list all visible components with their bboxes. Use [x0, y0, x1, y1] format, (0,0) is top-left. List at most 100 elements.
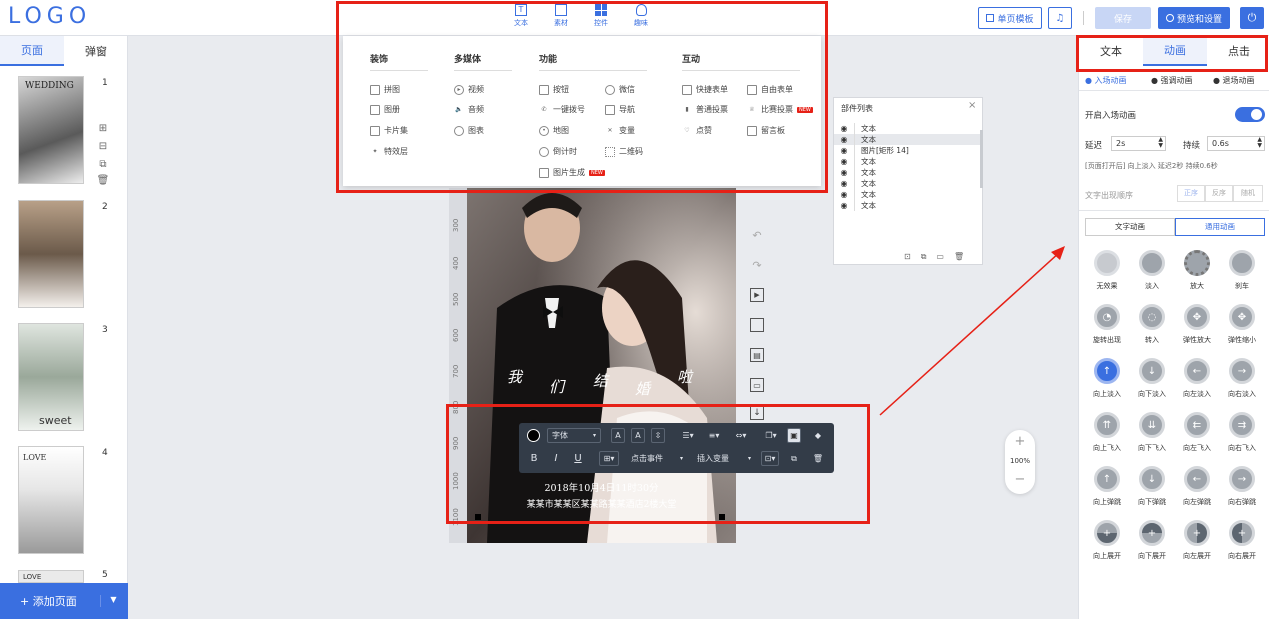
- anim-brake[interactable]: 刹车: [1220, 250, 1264, 291]
- anim-bounce-left[interactable]: ← 向左弹跳: [1175, 466, 1219, 507]
- anim-elastic-zoom-out[interactable]: ✥ 弹性缩小: [1220, 304, 1264, 345]
- page-thumbnail-5[interactable]: LOVE: [18, 570, 84, 583]
- anim-elastic-zoom-in[interactable]: ✥ 弹性放大: [1175, 304, 1219, 345]
- spacing-icon[interactable]: ⇔▾: [729, 428, 753, 443]
- page-thumbnail-1[interactable]: WEDDING: [18, 76, 84, 184]
- anim-fly-left[interactable]: ⇇ 向左飞入: [1175, 412, 1219, 453]
- copy-icon[interactable]: ⧉: [787, 451, 801, 466]
- copy-icon[interactable]: ⧉: [97, 158, 109, 170]
- layer-align-icon[interactable]: ⊡▾: [761, 451, 779, 466]
- italic-icon[interactable]: I: [549, 451, 563, 466]
- font-size-up-icon[interactable]: A: [611, 428, 625, 443]
- grid-icon[interactable]: ⊟: [97, 140, 109, 152]
- anim-fade-down[interactable]: ↓ 向下淡入: [1130, 358, 1174, 399]
- redo-icon[interactable]: ↷: [750, 258, 764, 272]
- page-thumbnail-2[interactable]: [18, 200, 84, 308]
- anim-bounce-up[interactable]: ↑ 向上弹跳: [1085, 466, 1129, 507]
- trash-icon[interactable]: 🗑: [811, 451, 825, 466]
- eraser-icon[interactable]: ◆: [811, 428, 825, 443]
- add-icon[interactable]: ⊞: [97, 122, 109, 134]
- poem-text[interactable]: 我 们 结 婚 啦: [507, 366, 727, 398]
- layer-row[interactable]: ◉ 图片[矩形 14]: [834, 145, 982, 156]
- eye-icon[interactable]: ◉: [834, 179, 854, 188]
- line-height-icon[interactable]: ⇳: [651, 428, 665, 443]
- list-icon[interactable]: ≡▾: [703, 428, 725, 443]
- delay-stepper[interactable]: 2s ▲ ▼: [1111, 136, 1166, 151]
- layers-icon[interactable]: [750, 318, 764, 332]
- anim-type-general[interactable]: 通用动画: [1175, 218, 1265, 236]
- play-icon[interactable]: ▶: [750, 288, 764, 302]
- tab-pages[interactable]: 页面: [0, 36, 64, 66]
- anim-fly-right[interactable]: ⇉ 向右飞入: [1220, 412, 1264, 453]
- click-event-select[interactable]: 点击事件 ▾: [627, 451, 687, 466]
- subtab-enter[interactable]: ● 入场动画: [1085, 75, 1127, 86]
- order-option-forward[interactable]: 正序: [1177, 185, 1205, 202]
- underline-icon[interactable]: U: [571, 451, 585, 466]
- zoom-out-icon[interactable]: −: [1005, 472, 1035, 487]
- template-button[interactable]: 单页模板: [978, 7, 1042, 29]
- preview-button[interactable]: 预览和设置: [1158, 7, 1230, 29]
- enable-toggle[interactable]: [1235, 107, 1265, 122]
- anim-bounce-down[interactable]: ↓ 向下弹跳: [1130, 466, 1174, 507]
- anim-expand-down[interactable]: + 向下展开: [1130, 520, 1174, 561]
- layer-row[interactable]: ◉ 文本: [834, 167, 982, 178]
- layer-row[interactable]: ◉ 文本: [834, 134, 982, 145]
- add-box-icon[interactable]: ⊞▾: [599, 451, 619, 466]
- add-page-button[interactable]: + 添加页面 ▼: [0, 583, 128, 619]
- eye-icon[interactable]: ◉: [834, 124, 854, 133]
- anim-type-text[interactable]: 文字动画: [1085, 218, 1175, 236]
- align-icon[interactable]: ▭: [750, 378, 764, 392]
- anim-turn-in[interactable]: ◌ 转入: [1130, 304, 1174, 345]
- duration-stepper[interactable]: 0.6s ▲ ▼: [1207, 136, 1265, 151]
- layer-row[interactable]: ◉ 文本: [834, 200, 982, 211]
- anim-expand-right[interactable]: + 向右展开: [1220, 520, 1264, 561]
- close-icon[interactable]: ×: [968, 100, 976, 111]
- insert-variable-select[interactable]: 插入变量 ▾: [693, 451, 755, 466]
- stepper-arrows-icon[interactable]: ▲ ▼: [1257, 137, 1262, 149]
- anim-fly-up[interactable]: ⇈ 向上飞入: [1085, 412, 1129, 453]
- eye-icon[interactable]: ◉: [834, 168, 854, 177]
- music-button[interactable]: ♫: [1048, 7, 1072, 29]
- anim-fade-in[interactable]: 淡入: [1130, 250, 1174, 291]
- page-thumbnail-3[interactable]: sweet: [18, 323, 84, 431]
- subtab-exit[interactable]: ● 退场动画: [1213, 75, 1255, 86]
- eye-icon[interactable]: ◉: [834, 146, 854, 155]
- undo-icon[interactable]: ↶: [750, 228, 764, 242]
- anim-none[interactable]: 无效果: [1085, 250, 1129, 291]
- eye-icon[interactable]: ◉: [834, 190, 854, 199]
- layer-row[interactable]: ◉ 文本: [834, 189, 982, 200]
- align-text-icon[interactable]: ☰▾: [677, 428, 699, 443]
- layer-order-icon[interactable]: ❐▾: [761, 428, 781, 443]
- anim-expand-up[interactable]: + 向上展开: [1085, 520, 1129, 561]
- chevron-down-icon[interactable]: ▼: [100, 595, 126, 607]
- font-size-down-icon[interactable]: A: [631, 428, 645, 443]
- order-option-reverse[interactable]: 反序: [1205, 185, 1233, 202]
- bold-icon[interactable]: B: [527, 451, 541, 466]
- image-icon[interactable]: ▣: [787, 428, 801, 443]
- page-thumbnail-4[interactable]: LOVE: [18, 446, 84, 554]
- eye-icon[interactable]: ◉: [834, 201, 854, 210]
- subtab-emphasis[interactable]: ● 强调动画: [1151, 75, 1193, 86]
- eye-icon[interactable]: ◉: [834, 135, 854, 144]
- layer-row[interactable]: ◉ 文本: [834, 178, 982, 189]
- tab-popups[interactable]: 弹窗: [64, 36, 128, 66]
- anim-fly-down[interactable]: ⇊ 向下飞入: [1130, 412, 1174, 453]
- anim-fade-right[interactable]: → 向右淡入: [1220, 358, 1264, 399]
- anim-expand-left[interactable]: + 向左展开: [1175, 520, 1219, 561]
- layer-row[interactable]: ◉ 文本: [834, 123, 982, 134]
- layers-scrollbar[interactable]: [980, 130, 983, 188]
- stepper-arrows-icon[interactable]: ▲ ▼: [1158, 137, 1163, 149]
- anim-fade-up[interactable]: ↑ 向上淡入: [1085, 358, 1129, 399]
- trash-icon[interactable]: 🗑: [97, 174, 110, 186]
- anim-fade-left[interactable]: ← 向左淡入: [1175, 358, 1219, 399]
- table-icon[interactable]: ▤: [750, 348, 764, 362]
- font-select[interactable]: 字体 ▾: [547, 428, 601, 443]
- eye-icon[interactable]: ◉: [834, 157, 854, 166]
- order-option-random[interactable]: 随机: [1233, 185, 1263, 202]
- layer-row[interactable]: ◉ 文本: [834, 156, 982, 167]
- zoom-in-icon[interactable]: +: [1005, 434, 1035, 449]
- save-button[interactable]: 保存: [1095, 7, 1151, 29]
- color-picker[interactable]: [527, 429, 540, 442]
- anim-rotate-appear[interactable]: ◔ 旋转出现: [1085, 304, 1129, 345]
- power-button[interactable]: ⏻: [1240, 7, 1264, 29]
